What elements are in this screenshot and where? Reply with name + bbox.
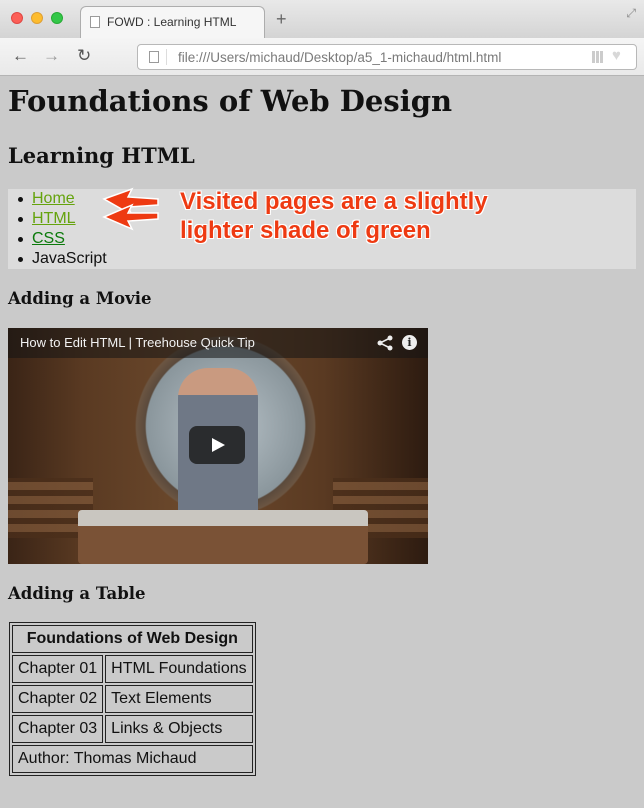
play-button[interactable] bbox=[189, 426, 245, 464]
page-subtitle: Learning HTML bbox=[8, 143, 195, 168]
table-cell-topic: Text Elements bbox=[105, 685, 253, 713]
table-cell-topic: HTML Foundations bbox=[105, 655, 253, 683]
table-row: Chapter 02 Text Elements bbox=[12, 685, 253, 713]
annotation-line-1: Visited pages are a slightly bbox=[180, 188, 488, 215]
reload-icon[interactable]: ↻ bbox=[77, 46, 91, 66]
video-desk bbox=[78, 510, 368, 564]
table-cell-topic: Links & Objects bbox=[105, 715, 253, 743]
movie-heading: Adding a Movie bbox=[8, 289, 152, 308]
table-cell-chapter: Chapter 02 bbox=[12, 685, 104, 713]
nav-item-home: Home bbox=[18, 189, 107, 209]
nav-item-javascript: JavaScript bbox=[18, 249, 107, 269]
tab-title: FOWD : Learning HTML bbox=[107, 15, 237, 29]
divider bbox=[166, 49, 167, 65]
browser-tab[interactable]: FOWD : Learning HTML bbox=[80, 6, 265, 38]
nav-link-css[interactable]: CSS bbox=[32, 230, 65, 247]
forward-icon[interactable]: → bbox=[43, 46, 60, 66]
heart-icon[interactable]: ♥ bbox=[612, 47, 621, 64]
nav-link-home[interactable]: Home bbox=[32, 190, 75, 207]
table-footer-row: Author: Thomas Michaud bbox=[12, 745, 253, 773]
page-icon bbox=[149, 51, 159, 63]
nav-item-html: HTML bbox=[18, 209, 107, 229]
address-bar[interactable]: file:///Users/michaud/Desktop/a5_1-micha… bbox=[137, 44, 637, 70]
back-icon[interactable]: ← bbox=[12, 46, 29, 66]
minimize-window-button[interactable] bbox=[31, 12, 43, 24]
info-icon[interactable]: i bbox=[402, 335, 417, 350]
chapters-table: Foundations of Web Design Chapter 01 HTM… bbox=[9, 622, 256, 776]
maximize-window-button[interactable] bbox=[51, 12, 63, 24]
fullscreen-icon[interactable]: ⤢ bbox=[626, 6, 636, 21]
video-title[interactable]: How to Edit HTML | Treehouse Quick Tip bbox=[20, 335, 255, 350]
table-header-row: Foundations of Web Design bbox=[12, 625, 253, 653]
page-icon bbox=[90, 16, 100, 28]
table-row: Chapter 01 HTML Foundations bbox=[12, 655, 253, 683]
url-text[interactable]: file:///Users/michaud/Desktop/a5_1-micha… bbox=[178, 50, 501, 65]
table-caption: Foundations of Web Design bbox=[12, 625, 253, 653]
arrow-to-home-icon bbox=[102, 187, 159, 217]
annotation-note: Visited pages are a slightly lighter sha… bbox=[180, 187, 488, 245]
nav-link-html[interactable]: HTML bbox=[32, 210, 76, 227]
nav-item-css: CSS bbox=[18, 229, 107, 249]
table-heading: Adding a Table bbox=[8, 584, 146, 603]
annotation-line-2: lighter shade of green bbox=[180, 217, 431, 244]
reader-grid-icon[interactable] bbox=[592, 51, 604, 63]
nav-list: Home HTML CSS JavaScript bbox=[18, 189, 107, 269]
table-cell-chapter: Chapter 01 bbox=[12, 655, 104, 683]
close-window-button[interactable] bbox=[11, 12, 23, 24]
annotation-arrows bbox=[102, 187, 159, 231]
video-title-bar: How to Edit HTML | Treehouse Quick Tip i bbox=[8, 328, 428, 358]
table-author: Author: Thomas Michaud bbox=[12, 745, 253, 773]
table-row: Chapter 03 Links & Objects bbox=[12, 715, 253, 743]
new-tab-button[interactable]: + bbox=[276, 10, 287, 28]
page-title: Foundations of Web Design bbox=[8, 84, 453, 118]
arrow-to-html-icon bbox=[102, 203, 159, 231]
title-bar: FOWD : Learning HTML + ⤢ bbox=[0, 0, 644, 38]
share-icon[interactable] bbox=[376, 334, 394, 352]
video-player[interactable]: How to Edit HTML | Treehouse Quick Tip i bbox=[8, 328, 428, 564]
browser-toolbar: ← → ↻ file:///Users/michaud/Desktop/a5_1… bbox=[0, 38, 644, 76]
table-cell-chapter: Chapter 03 bbox=[12, 715, 104, 743]
nav-label-javascript: JavaScript bbox=[32, 250, 107, 267]
